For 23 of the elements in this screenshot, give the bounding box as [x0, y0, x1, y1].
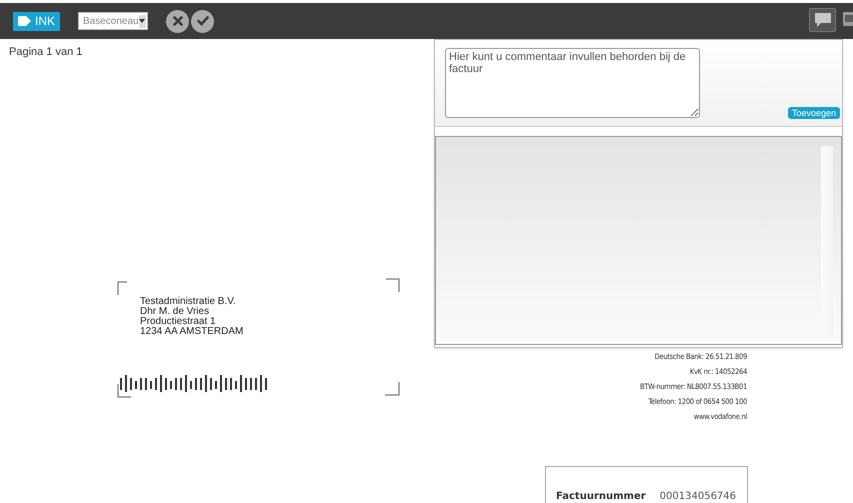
address-line: Dhr M. de Vries — [140, 307, 210, 317]
address-line: Testadministratie B.V. — [140, 297, 237, 307]
add-button[interactable]: Toevoegen — [788, 107, 840, 119]
invoice-number-label: Factuurnummer — [556, 491, 646, 503]
image-icon[interactable] — [843, 12, 853, 26]
ink-tag-button[interactable]: INK — [13, 12, 60, 30]
caret-icon — [139, 19, 146, 23]
comments-button[interactable] — [809, 8, 836, 32]
close-icon — [172, 16, 183, 26]
crop-mark — [117, 384, 132, 399]
tag-icon — [18, 16, 31, 26]
crop-mark — [385, 382, 400, 397]
checkmark-icon — [196, 16, 209, 26]
reject-button[interactable] — [166, 10, 190, 32]
address-line: Productiestraat 1 — [140, 317, 217, 327]
invoice-number: 000134056746 — [660, 491, 736, 503]
page-indicator: Pagina 1 van 1 — [9, 46, 82, 58]
speech-bubble-icon — [814, 13, 830, 27]
address-line: 1234 AA AMSTERDAM — [140, 327, 244, 337]
crop-mark — [386, 278, 401, 293]
dropdown[interactable]: Baseconeau — [78, 12, 148, 30]
accept-button[interactable] — [191, 10, 214, 32]
comment-field[interactable]: Hier kunt u commentaar invullen behorden bij de factuur — [445, 48, 700, 118]
